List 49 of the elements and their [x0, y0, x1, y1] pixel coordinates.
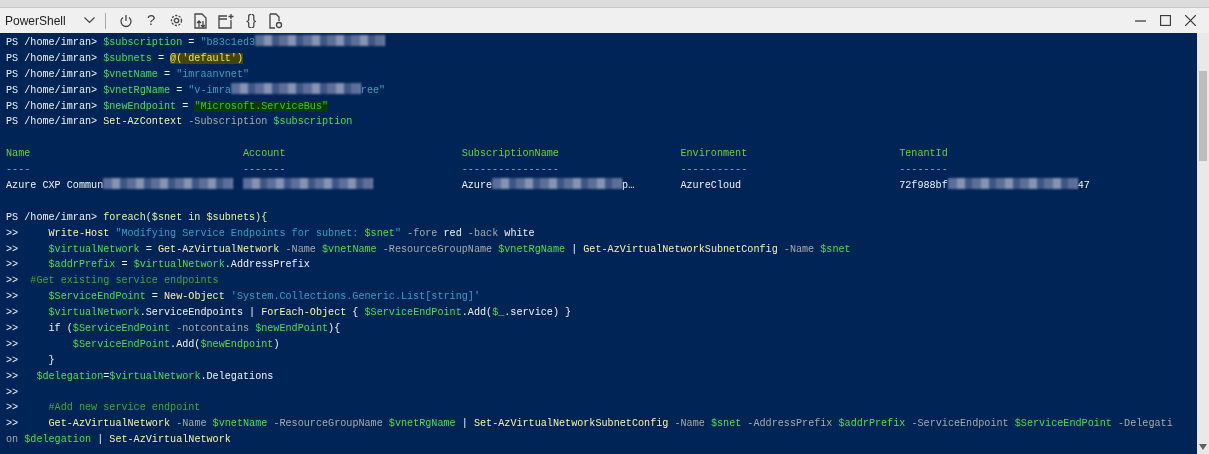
table-cell: AzureCloud: [680, 180, 742, 191]
file-transfer-icon[interactable]: [194, 12, 209, 29]
header-underline: ----: [6, 164, 31, 176]
column-header: Name: [6, 148, 31, 160]
column-header: Account: [242, 148, 286, 160]
column-header: TenantId: [899, 148, 948, 160]
close-icon[interactable]: [1185, 15, 1196, 26]
terminal-line: PS /home/imran> foreach($snet in $subnets){: [6, 210, 269, 225]
terminal-line: >> }: [6, 353, 56, 368]
scrollbar[interactable]: [1197, 33, 1209, 454]
toolbar-button[interactable]: ?: [138, 9, 164, 32]
table-cell: Azure p…: [461, 180, 635, 191]
terminal-line: >> if ($ServiceEndPoint -notcontains $newEndPoint){: [6, 322, 342, 337]
terminal-line: >> $virtualNetwork.ServiceEndpoints | ForEach-Object { $ServiceEndPoint.Add($_.service) }: [6, 306, 573, 321]
scroll-down-icon[interactable]: [1199, 444, 1207, 450]
terminal-line: PS /home/imran> $vnetName = "imraanvnet": [6, 67, 251, 82]
header-underline: ----------------: [461, 164, 559, 176]
terminal-line: >> $delegation=$virtualNetwork.Delegations: [6, 369, 275, 384]
settings-icon[interactable]: [168, 13, 184, 28]
column-header: SubscriptionName: [461, 148, 559, 160]
terminal-line: >>: [6, 385, 20, 400]
terminal-line: >> #Get existing service endpoints: [6, 274, 220, 289]
terminal-line: >> Write-Host "Modifying Service Endpoints for subnet: $snet" -fore red -back white: [6, 226, 536, 241]
maximize-icon[interactable]: [1160, 15, 1171, 26]
terminal-line: PS /home/imran> Set-AzContext -Subscription $subscription: [6, 115, 354, 130]
terminal-line: >> Get-AzVirtualNetwork -Name $vnetName -ResourceGroupName $vnetRgName | Set-AzVirtualNetworkSubnetConfig -Name $snet -AddressPrefix $addrPrefix -ServiceEndpoint $ServiceEndPoint -Delegati: [6, 417, 1174, 432]
table-cell: 72f988bf 47: [899, 180, 1090, 191]
terminal-line: PS /home/imran> $vnetRgName = "v-imra ree": [6, 82, 387, 98]
header-underline: --------: [899, 164, 948, 176]
terminal-line: PS /home/imran> $subnets = @('default'): [6, 51, 244, 66]
scrollbar-thumb[interactable]: [1199, 71, 1207, 161]
terminal-line: >> $virtualNetwork = Get-AzVirtualNetwork -Name $vnetName -ResourceGroupName $vnetRgName | Get-AzVirtualNetworkSubnetConfig -Name $snet: [6, 242, 852, 257]
column-header: Environment: [680, 148, 748, 160]
header-underline: -----------: [680, 164, 748, 176]
header-underline: -------: [242, 164, 286, 176]
terminal-line: >> $ServiceEndPoint = New-Object 'System.Collections.Generic.List[string]': [6, 290, 481, 305]
terminal-line: PS /home/imran> $newEndpoint = "Microsoft.ServiceBus": [6, 99, 330, 114]
shell-dropdown[interactable]: PowerShell: [0, 11, 97, 30]
new-window-icon[interactable]: [218, 12, 235, 29]
power-icon[interactable]: [119, 13, 134, 28]
terminal-line: on $delegation | Set-AzVirtualNetwork: [6, 433, 232, 448]
toolbar-button[interactable]: {}: [238, 9, 264, 32]
document-icon[interactable]: [269, 12, 284, 29]
terminal-line: >> $ServiceEndPoint.Add($newEndpoint): [6, 337, 281, 352]
table-cell: Azure CXP Commun: [6, 180, 234, 191]
terminal-line: >> $addrPrefix = $virtualNetwork.AddressPrefix: [6, 258, 311, 273]
chevron-down-icon[interactable]: [83, 17, 95, 24]
terminal-line: PS /home/imran> $subscription = "b83c1ed3: [6, 35, 1197, 51]
terminal-line: >> #Add new service endpoint: [6, 401, 202, 416]
